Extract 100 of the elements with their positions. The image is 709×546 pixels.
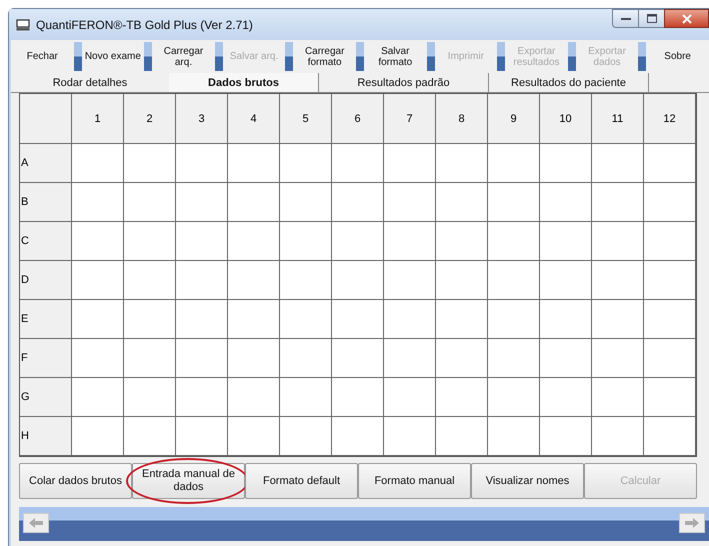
well-cell[interactable] (384, 300, 436, 339)
well-cell[interactable] (176, 300, 228, 339)
well-cell[interactable] (280, 144, 332, 183)
well-cell[interactable] (592, 378, 644, 417)
well-cell[interactable] (436, 183, 488, 222)
well-cell[interactable] (332, 339, 384, 378)
well-cell[interactable] (436, 144, 488, 183)
well-cell[interactable] (384, 144, 436, 183)
well-cell[interactable] (228, 339, 280, 378)
well-cell[interactable] (540, 300, 592, 339)
well-cell[interactable] (540, 339, 592, 378)
well-cell[interactable] (332, 222, 384, 261)
well-cell[interactable] (644, 222, 696, 261)
well-cell[interactable] (644, 300, 696, 339)
well-cell[interactable] (644, 339, 696, 378)
well-cell[interactable] (280, 300, 332, 339)
well-cell[interactable] (228, 183, 280, 222)
well-cell[interactable] (124, 222, 176, 261)
well-cell[interactable] (176, 261, 228, 300)
well-cell[interactable] (280, 261, 332, 300)
well-cell[interactable] (592, 417, 644, 456)
well-cell[interactable] (592, 300, 644, 339)
well-cell[interactable] (124, 261, 176, 300)
well-cell[interactable] (592, 183, 644, 222)
well-cell[interactable] (332, 183, 384, 222)
well-cell[interactable] (176, 183, 228, 222)
well-cell[interactable] (124, 183, 176, 222)
well-cell[interactable] (124, 378, 176, 417)
well-cell[interactable] (384, 222, 436, 261)
well-cell[interactable] (124, 144, 176, 183)
well-cell[interactable] (228, 222, 280, 261)
well-cell[interactable] (228, 144, 280, 183)
action-button[interactable]: Visualizar nomes (471, 463, 584, 499)
well-cell[interactable] (540, 222, 592, 261)
well-cell[interactable] (332, 144, 384, 183)
well-cell[interactable] (436, 378, 488, 417)
well-cell[interactable] (72, 417, 124, 456)
well-cell[interactable] (436, 222, 488, 261)
well-cell[interactable] (332, 261, 384, 300)
well-cell[interactable] (72, 222, 124, 261)
well-cell[interactable] (644, 417, 696, 456)
well-cell[interactable] (176, 339, 228, 378)
action-button[interactable]: Entrada manual de dados (132, 463, 245, 499)
well-cell[interactable] (124, 339, 176, 378)
well-cell[interactable] (488, 183, 540, 222)
well-cell[interactable] (436, 339, 488, 378)
well-cell[interactable] (436, 261, 488, 300)
well-cell[interactable] (280, 222, 332, 261)
well-cell[interactable] (228, 378, 280, 417)
well-cell[interactable] (488, 378, 540, 417)
well-cell[interactable] (488, 339, 540, 378)
well-cell[interactable] (72, 144, 124, 183)
well-cell[interactable] (436, 417, 488, 456)
minimize-button[interactable] (612, 9, 639, 28)
well-cell[interactable] (540, 417, 592, 456)
well-cell[interactable] (488, 261, 540, 300)
well-cell[interactable] (280, 417, 332, 456)
well-cell[interactable] (124, 417, 176, 456)
well-cell[interactable] (384, 378, 436, 417)
well-cell[interactable] (72, 378, 124, 417)
well-cell[interactable] (332, 417, 384, 456)
well-cell[interactable] (332, 300, 384, 339)
tab[interactable]: Dados brutos (169, 73, 319, 92)
well-cell[interactable] (488, 144, 540, 183)
well-cell[interactable] (540, 378, 592, 417)
well-cell[interactable] (592, 339, 644, 378)
close-button[interactable] (664, 9, 709, 28)
well-cell[interactable] (384, 417, 436, 456)
action-button[interactable]: Formato default (245, 463, 358, 499)
well-cell[interactable] (176, 417, 228, 456)
well-cell[interactable] (540, 183, 592, 222)
well-cell[interactable] (540, 261, 592, 300)
well-cell[interactable] (72, 339, 124, 378)
well-cell[interactable] (72, 183, 124, 222)
well-cell[interactable] (644, 144, 696, 183)
well-cell[interactable] (384, 261, 436, 300)
well-cell[interactable] (644, 378, 696, 417)
well-cell[interactable] (592, 261, 644, 300)
well-cell[interactable] (592, 222, 644, 261)
well-cell[interactable] (228, 300, 280, 339)
well-cell[interactable] (644, 183, 696, 222)
well-cell[interactable] (644, 261, 696, 300)
well-cell[interactable] (72, 261, 124, 300)
well-cell[interactable] (384, 183, 436, 222)
well-cell[interactable] (280, 339, 332, 378)
well-cell[interactable] (488, 300, 540, 339)
well-cell[interactable] (540, 144, 592, 183)
well-cell[interactable] (488, 222, 540, 261)
well-cell[interactable] (384, 339, 436, 378)
well-cell[interactable] (176, 378, 228, 417)
action-button[interactable]: Colar dados brutos (19, 463, 132, 499)
well-cell[interactable] (332, 378, 384, 417)
well-cell[interactable] (592, 144, 644, 183)
well-cell[interactable] (436, 300, 488, 339)
well-cell[interactable] (124, 300, 176, 339)
well-cell[interactable] (280, 378, 332, 417)
well-cell[interactable] (176, 144, 228, 183)
well-cell[interactable] (488, 417, 540, 456)
well-cell[interactable] (72, 300, 124, 339)
well-cell[interactable] (228, 417, 280, 456)
